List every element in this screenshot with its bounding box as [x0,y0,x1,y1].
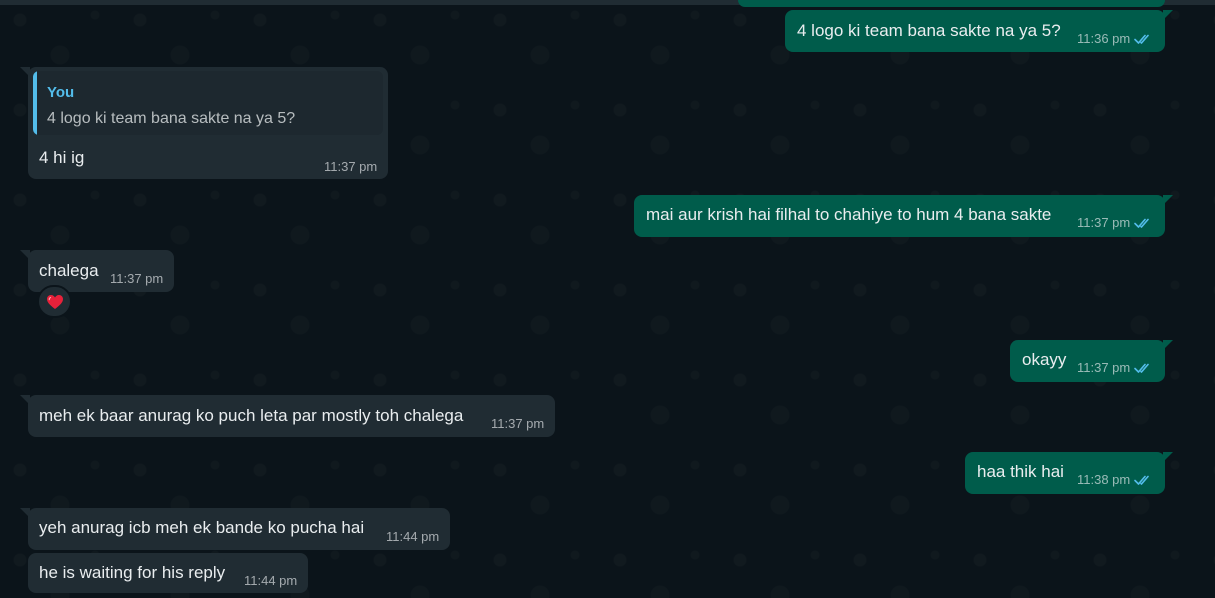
double-check-icon [1134,475,1150,485]
message-time: 11:36 pm [1077,31,1131,46]
quoted-message[interactable]: You 4 logo ki team bana sakte na ya 5? [33,71,383,135]
message-text: he is waiting for his reply [39,563,226,582]
message-outgoing[interactable]: 4 logo ki team bana sakte na ya 5? 11:36… [785,10,1173,52]
message-time: 11:37 pm [491,416,545,431]
double-check-icon [1134,218,1150,228]
quote-accent-bar [33,71,37,135]
chat-pane: 4 logo ki team bana sakte na ya 5? 11:36… [0,0,1215,598]
message-time: 11:44 pm [386,529,440,544]
message-text: okayy [1022,350,1067,369]
message-meta: 11:36 pm [1077,31,1152,47]
previous-message-tail [738,0,1165,7]
double-check-icon [1134,34,1150,44]
message-outgoing[interactable]: mai aur krish hai filhal to chahiye to h… [634,195,1173,237]
message-incoming[interactable]: he is waiting for his reply 11:44 pm [28,553,308,593]
message-meta: 11:37 pm [1077,215,1152,231]
message-text: yeh anurag icb meh ek bande ko pucha hai [39,518,365,537]
message-time: 11:38 pm [1077,472,1131,487]
message-text: 4 logo ki team bana sakte na ya 5? [797,21,1061,40]
message-outgoing[interactable]: haa thik hai 11:38 pm [965,452,1173,494]
message-outgoing[interactable]: okayy 11:37 pm [1010,340,1173,382]
quote-author: You [47,84,75,101]
message-time: 11:37 pm [324,159,378,174]
message-time: 11:37 pm [1077,360,1131,375]
message-text: 4 hi ig [39,148,85,167]
double-check-icon [1134,363,1150,373]
message-text: haa thik hai [977,462,1064,481]
message-text: chalega [39,261,99,280]
message-time: 11:37 pm [110,271,164,286]
message-time: 11:37 pm [1077,215,1131,230]
message-meta: 11:37 pm [1077,360,1152,376]
reaction-badge[interactable] [37,285,72,318]
heart-icon [46,294,63,309]
message-text: meh ek baar anurag ko puch leta par most… [39,406,464,425]
message-text: mai aur krish hai filhal to chahiye to h… [646,205,1052,224]
message-incoming-reply[interactable]: You 4 logo ki team bana sakte na ya 5? 4… [20,67,388,179]
message-incoming[interactable]: meh ek baar anurag ko puch leta par most… [20,395,555,437]
message-incoming[interactable]: yeh anurag icb meh ek bande ko pucha hai… [20,508,450,550]
message-meta: 11:38 pm [1077,472,1152,488]
quote-text: 4 logo ki team bana sakte na ya 5? [47,110,296,127]
message-time: 11:44 pm [244,573,298,588]
